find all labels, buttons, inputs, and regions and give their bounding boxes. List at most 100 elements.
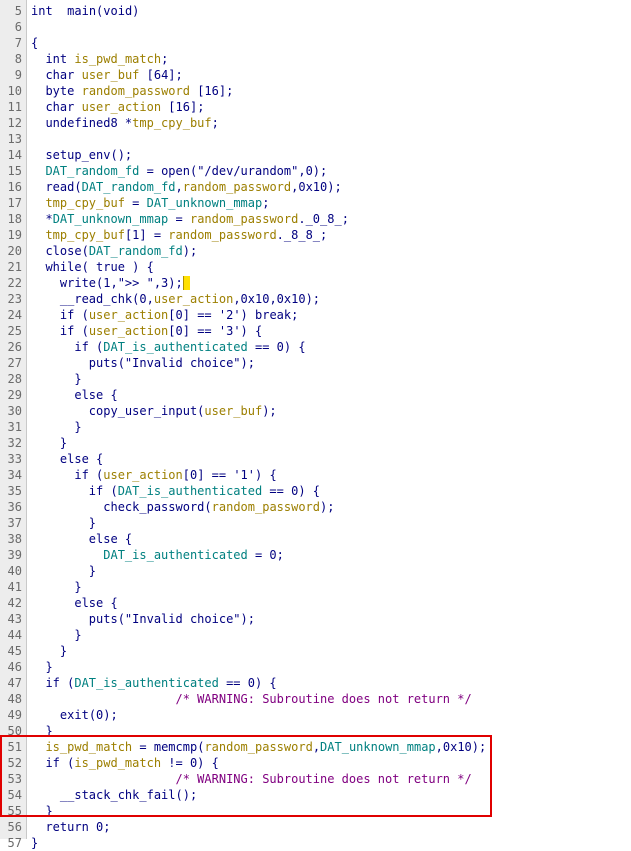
local-variable-token[interactable]: random_password — [168, 228, 276, 242]
local-variable-token[interactable]: user_action — [89, 308, 168, 322]
function-name-token[interactable]: close — [45, 244, 81, 258]
code-line[interactable]: 34 if (user_action[0] == '1') { — [0, 467, 631, 483]
code-line[interactable]: 19 tmp_cpy_buf[1] = random_password._8_8… — [0, 227, 631, 243]
code-line[interactable]: 48 /* WARNING: Subroutine does not retur… — [0, 691, 631, 707]
function-name-token[interactable]: read — [45, 180, 74, 194]
code-line[interactable]: 29 else { — [0, 387, 631, 403]
global-variable-token[interactable]: DAT_random_fd — [45, 164, 139, 178]
code-line[interactable]: 14 setup_env(); — [0, 147, 631, 163]
code-line[interactable]: 44 } — [0, 627, 631, 643]
code-text: } — [31, 515, 96, 531]
line-number: 13 — [7, 132, 22, 146]
code-line[interactable]: 20 close(DAT_random_fd); — [0, 243, 631, 259]
code-line[interactable]: 57} — [0, 835, 631, 851]
code-line[interactable]: 37 } — [0, 515, 631, 531]
global-variable-token[interactable]: DAT_random_fd — [89, 244, 183, 258]
code-line[interactable]: 45 } — [0, 643, 631, 659]
global-variable-token[interactable]: DAT_is_authenticated — [118, 484, 263, 498]
code-line[interactable]: 5 int main(void) — [0, 3, 631, 19]
code-line[interactable]: 27 puts("Invalid choice"); — [0, 355, 631, 371]
function-name-token[interactable]: exit — [60, 708, 89, 722]
local-variable-token[interactable]: user_action — [103, 468, 182, 482]
local-variable-token[interactable]: user_action — [89, 324, 168, 338]
code-text: } — [31, 579, 81, 595]
code-line[interactable]: 12 undefined8 *tmp_cpy_buf; — [0, 115, 631, 131]
code-line[interactable]: 21 while( true ) { — [0, 259, 631, 275]
local-variable-token[interactable]: tmp_cpy_buf — [45, 196, 124, 210]
global-variable-token[interactable]: DAT_unknown_mmap — [53, 212, 169, 226]
global-variable-token[interactable]: DAT_random_fd — [82, 180, 176, 194]
code-line[interactable]: 6 — [0, 19, 631, 35]
local-variable-token[interactable]: user_buf — [204, 404, 262, 418]
global-variable-token[interactable]: DAT_is_authenticated — [103, 340, 248, 354]
local-variable-token[interactable]: random_password — [212, 500, 320, 514]
function-name-token[interactable]: puts — [89, 356, 118, 370]
code-line[interactable]: 9 char user_buf [64]; — [0, 67, 631, 83]
code-line[interactable]: 16 read(DAT_random_fd,random_password,0x… — [0, 179, 631, 195]
code-line[interactable]: 10 byte random_password [16]; — [0, 83, 631, 99]
function-name-token[interactable]: puts — [89, 612, 118, 626]
function-name-token[interactable]: setup_env — [45, 148, 110, 162]
code-line[interactable]: 13 — [0, 131, 631, 147]
code-line[interactable]: 36 check_password(random_password); — [0, 499, 631, 515]
local-variable-token[interactable]: user_action — [82, 100, 161, 114]
code-line[interactable]: 33 else { — [0, 451, 631, 467]
code-line[interactable]: 23 __read_chk(0,user_action,0x10,0x10); — [0, 291, 631, 307]
line-number: 12 — [7, 116, 22, 130]
code-line[interactable]: 7{ — [0, 35, 631, 51]
code-line[interactable]: 56 return 0; — [0, 819, 631, 835]
code-line[interactable]: 24 if (user_action[0] == '2') break; — [0, 307, 631, 323]
function-name-token[interactable]: write — [60, 276, 96, 290]
code-line[interactable]: 43 puts("Invalid choice"); — [0, 611, 631, 627]
decompiler-code-view[interactable]: 5 int main(void) 6 7{8 int is_pwd_match; 9 c… — [0, 3, 631, 851]
global-variable-token[interactable]: DAT_is_authenticated — [103, 548, 248, 562]
code-line[interactable]: 35 if (DAT_is_authenticated == 0) { — [0, 483, 631, 499]
code-line[interactable]: 8 int is_pwd_match; — [0, 51, 631, 67]
function-name-token[interactable]: copy_user_input — [89, 404, 197, 418]
code-line[interactable]: 22 write(1,">> ",3); — [0, 275, 631, 291]
code-text: = 0; — [247, 548, 284, 562]
code-line[interactable]: 28 } — [0, 371, 631, 387]
global-variable-token[interactable]: DAT_is_authenticated — [74, 676, 219, 690]
code-line[interactable]: 47 if (DAT_is_authenticated == 0) { — [0, 675, 631, 691]
code-line[interactable]: 49 exit(0); — [0, 707, 631, 723]
code-line[interactable]: 41 } — [0, 579, 631, 595]
code-line[interactable]: 40 } — [0, 563, 631, 579]
code-line[interactable]: 31 } — [0, 419, 631, 435]
line-number: 16 — [7, 180, 22, 194]
code-text: = — [139, 164, 162, 178]
function-name-token[interactable]: open — [161, 164, 190, 178]
code-line[interactable]: 26 if (DAT_is_authenticated == 0) { — [0, 339, 631, 355]
global-variable-token[interactable]: DAT_unknown_mmap — [147, 196, 263, 210]
code-line[interactable]: 38 else { — [0, 531, 631, 547]
code-line[interactable]: 25 if (user_action[0] == '3') { — [0, 323, 631, 339]
local-variable-token[interactable]: random_password — [82, 84, 190, 98]
function-name-token[interactable]: __read_chk — [60, 292, 132, 306]
code-line[interactable]: 32 } — [0, 435, 631, 451]
code-line[interactable]: 39 DAT_is_authenticated = 0; — [0, 547, 631, 563]
code-line[interactable]: 18 *DAT_unknown_mmap = random_password._… — [0, 211, 631, 227]
local-variable-token[interactable]: is_pwd_match — [74, 52, 161, 66]
code-text: ( — [81, 244, 89, 258]
code-line[interactable]: 30 copy_user_input(user_buf); — [0, 403, 631, 419]
code-text: } — [31, 435, 67, 451]
local-variable-token[interactable]: user_action — [154, 292, 233, 306]
code-line[interactable]: 42 else { — [0, 595, 631, 611]
local-variable-token[interactable]: tmp_cpy_buf — [45, 228, 124, 242]
line-number: 15 — [7, 164, 22, 178]
line-number: 44 — [7, 628, 22, 642]
code-line[interactable]: 15 DAT_random_fd = open("/dev/urandom",0… — [0, 163, 631, 179]
function-name-token[interactable]: check_password — [103, 500, 204, 514]
local-variable-token[interactable]: user_buf — [82, 68, 140, 82]
code-line[interactable]: 46 } — [0, 659, 631, 675]
local-variable-token[interactable]: tmp_cpy_buf — [132, 116, 211, 130]
function-name-token[interactable]: main — [67, 4, 96, 18]
type-token: undefined8 — [45, 116, 118, 130]
local-variable-token[interactable]: random_password — [183, 180, 291, 194]
code-line[interactable]: 11 char user_action [16]; — [0, 99, 631, 115]
code-line[interactable]: 17 tmp_cpy_buf = DAT_unknown_mmap; — [0, 195, 631, 211]
local-variable-token[interactable]: random_password — [190, 212, 298, 226]
